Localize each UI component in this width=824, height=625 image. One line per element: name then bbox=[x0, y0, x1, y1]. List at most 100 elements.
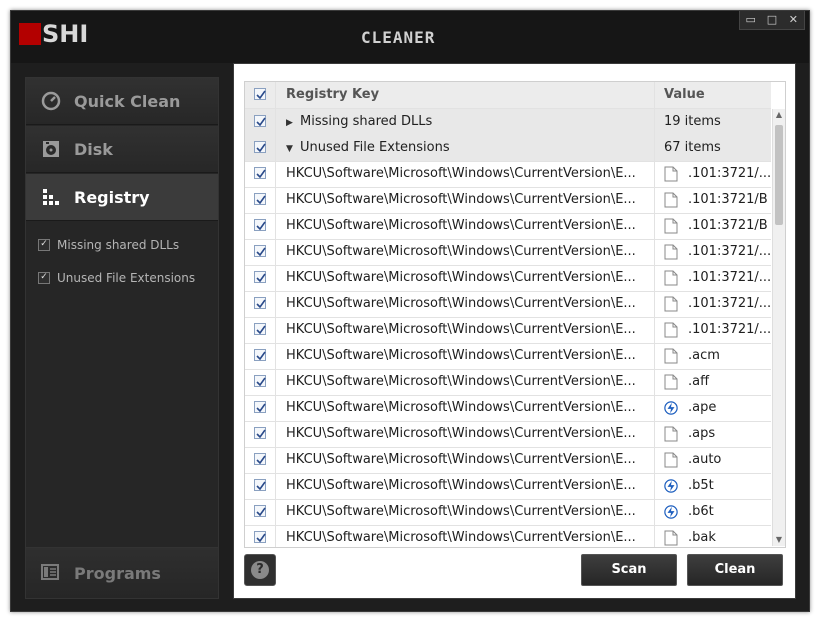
group-label-cell: ▶ Missing shared DLLs bbox=[276, 109, 655, 135]
registry-grid: Registry Key Value ▶ Missing shared DLLs … bbox=[244, 81, 786, 548]
checkbox[interactable]: ✓ bbox=[38, 239, 50, 251]
column-header-registry-key[interactable]: Registry Key bbox=[276, 82, 655, 108]
value-text: .101:3721/... bbox=[688, 166, 771, 181]
subitem-missing-dlls[interactable]: ✓ Missing shared DLLs bbox=[38, 238, 179, 252]
table-row[interactable]: HKCU\Software\Microsoft\Windows\CurrentV… bbox=[245, 239, 771, 266]
row-checkbox[interactable] bbox=[254, 453, 266, 465]
row-checkbox[interactable] bbox=[254, 531, 266, 543]
value-text: .101:3721/... bbox=[688, 296, 771, 311]
row-checkbox[interactable] bbox=[254, 193, 266, 205]
subitem-label: Missing shared DLLs bbox=[57, 238, 180, 252]
value-text: .b6t bbox=[688, 504, 714, 519]
value-text: .101:3721/... bbox=[688, 322, 771, 337]
value-cell: .101:3721/B bbox=[656, 213, 771, 239]
scan-button[interactable]: Scan bbox=[581, 554, 677, 586]
collapse-arrow-icon[interactable]: ▼ bbox=[286, 136, 300, 161]
row-checkbox[interactable] bbox=[254, 115, 266, 127]
row-checkbox[interactable] bbox=[254, 219, 266, 231]
row-checkbox[interactable] bbox=[254, 323, 266, 335]
row-checkbox[interactable] bbox=[254, 297, 266, 309]
value-cell: .ape bbox=[656, 395, 771, 421]
select-all-checkbox[interactable] bbox=[254, 88, 266, 100]
app-window: O SHI CLEANER ▭ □ ✕ Quick Clean Disk Regi… bbox=[10, 10, 810, 612]
check-cell bbox=[245, 525, 276, 547]
subitem-label: Unused File Extensions bbox=[57, 271, 196, 285]
help-button[interactable]: ? bbox=[244, 554, 276, 586]
registry-key-cell: HKCU\Software\Microsoft\Windows\CurrentV… bbox=[276, 161, 655, 187]
sidebar-item-disk[interactable]: Disk bbox=[26, 126, 218, 173]
table-row[interactable]: HKCU\Software\Microsoft\Windows\CurrentV… bbox=[245, 499, 771, 526]
sidebar-item-registry[interactable]: Registry bbox=[26, 174, 218, 221]
table-row[interactable]: HKCU\Software\Microsoft\Windows\CurrentV… bbox=[245, 291, 771, 318]
value-text: .ape bbox=[688, 400, 717, 415]
row-checkbox[interactable] bbox=[254, 505, 266, 517]
table-row[interactable]: HKCU\Software\Microsoft\Windows\CurrentV… bbox=[245, 265, 771, 292]
logo-o-mark: O bbox=[19, 21, 41, 49]
check-cell bbox=[245, 265, 276, 291]
main-panel: Registry Key Value ▶ Missing shared DLLs … bbox=[233, 63, 796, 599]
table-row[interactable]: HKCU\Software\Microsoft\Windows\CurrentV… bbox=[245, 421, 771, 448]
table-row[interactable]: HKCU\Software\Microsoft\Windows\CurrentV… bbox=[245, 369, 771, 396]
column-header-value[interactable]: Value bbox=[656, 82, 771, 108]
group-label: Missing shared DLLs bbox=[300, 114, 433, 129]
close-icon[interactable]: ✕ bbox=[783, 11, 804, 29]
table-row[interactable]: HKCU\Software\Microsoft\Windows\CurrentV… bbox=[245, 525, 771, 547]
scroll-thumb[interactable] bbox=[775, 125, 783, 225]
subitem-unused-extensions[interactable]: ✓ Unused File Extensions bbox=[38, 271, 195, 285]
row-checkbox[interactable] bbox=[254, 375, 266, 387]
registry-key-cell: HKCU\Software\Microsoft\Windows\CurrentV… bbox=[276, 473, 655, 499]
title-bar[interactable]: O SHI CLEANER ▭ □ ✕ bbox=[11, 11, 809, 63]
checkbox[interactable]: ✓ bbox=[38, 272, 50, 284]
row-checkbox[interactable] bbox=[254, 167, 266, 179]
check-cell bbox=[245, 317, 276, 343]
sidebar-item-label: Programs bbox=[74, 563, 161, 583]
row-checkbox[interactable] bbox=[254, 245, 266, 257]
table-row[interactable]: HKCU\Software\Microsoft\Windows\CurrentV… bbox=[245, 317, 771, 344]
file-icon bbox=[664, 452, 688, 467]
sidebar-item-label: Quick Clean bbox=[74, 91, 181, 111]
table-row[interactable]: HKCU\Software\Microsoft\Windows\CurrentV… bbox=[245, 343, 771, 370]
group-row-unused-extensions[interactable]: ▼ Unused File Extensions 67 items bbox=[245, 135, 771, 162]
table-row[interactable]: HKCU\Software\Microsoft\Windows\CurrentV… bbox=[245, 187, 771, 214]
check-cell bbox=[245, 447, 276, 473]
file-icon bbox=[664, 192, 688, 207]
row-checkbox[interactable] bbox=[254, 479, 266, 491]
registry-key-cell: HKCU\Software\Microsoft\Windows\CurrentV… bbox=[276, 421, 655, 447]
sidebar-item-label: Disk bbox=[74, 139, 113, 159]
expand-arrow-icon[interactable]: ▶ bbox=[286, 110, 300, 135]
file-icon bbox=[664, 296, 688, 311]
scroll-down-icon[interactable]: ▼ bbox=[773, 534, 785, 546]
programs-icon bbox=[40, 562, 62, 584]
table-row[interactable]: HKCU\Software\Microsoft\Windows\CurrentV… bbox=[245, 161, 771, 188]
table-row[interactable]: HKCU\Software\Microsoft\Windows\CurrentV… bbox=[245, 395, 771, 422]
maximize-icon[interactable]: □ bbox=[761, 11, 782, 29]
table-row[interactable]: HKCU\Software\Microsoft\Windows\CurrentV… bbox=[245, 213, 771, 240]
row-checkbox[interactable] bbox=[254, 427, 266, 439]
group-count: 67 items bbox=[664, 140, 721, 155]
app-title: CLEANER bbox=[361, 28, 436, 47]
clean-button[interactable]: Clean bbox=[687, 554, 783, 586]
group-row-missing-dlls[interactable]: ▶ Missing shared DLLs 19 items bbox=[245, 109, 771, 136]
value-cell: .101:3721/... bbox=[656, 239, 771, 265]
sidebar: Quick Clean Disk Registry ✓ Missing shar… bbox=[25, 77, 219, 599]
disk-icon bbox=[40, 138, 62, 160]
row-checkbox[interactable] bbox=[254, 141, 266, 153]
row-checkbox[interactable] bbox=[254, 401, 266, 413]
header-check-cell bbox=[245, 82, 276, 108]
value-cell: .auto bbox=[656, 447, 771, 473]
table-row[interactable]: HKCU\Software\Microsoft\Windows\CurrentV… bbox=[245, 447, 771, 474]
file-icon bbox=[664, 348, 688, 363]
row-checkbox[interactable] bbox=[254, 349, 266, 361]
minimize-icon[interactable]: ▭ bbox=[740, 11, 761, 29]
value-text: .aps bbox=[688, 426, 716, 441]
value-text: .acm bbox=[688, 348, 720, 363]
check-cell bbox=[245, 499, 276, 525]
row-checkbox[interactable] bbox=[254, 271, 266, 283]
sidebar-item-quick-clean[interactable]: Quick Clean bbox=[26, 78, 218, 125]
scroll-up-icon[interactable]: ▲ bbox=[773, 109, 785, 121]
vertical-scrollbar[interactable]: ▲ ▼ bbox=[772, 109, 785, 546]
sidebar-item-programs[interactable]: Programs bbox=[25, 547, 219, 599]
file-icon bbox=[664, 530, 688, 545]
check-cell bbox=[245, 135, 276, 161]
table-row[interactable]: HKCU\Software\Microsoft\Windows\CurrentV… bbox=[245, 473, 771, 500]
